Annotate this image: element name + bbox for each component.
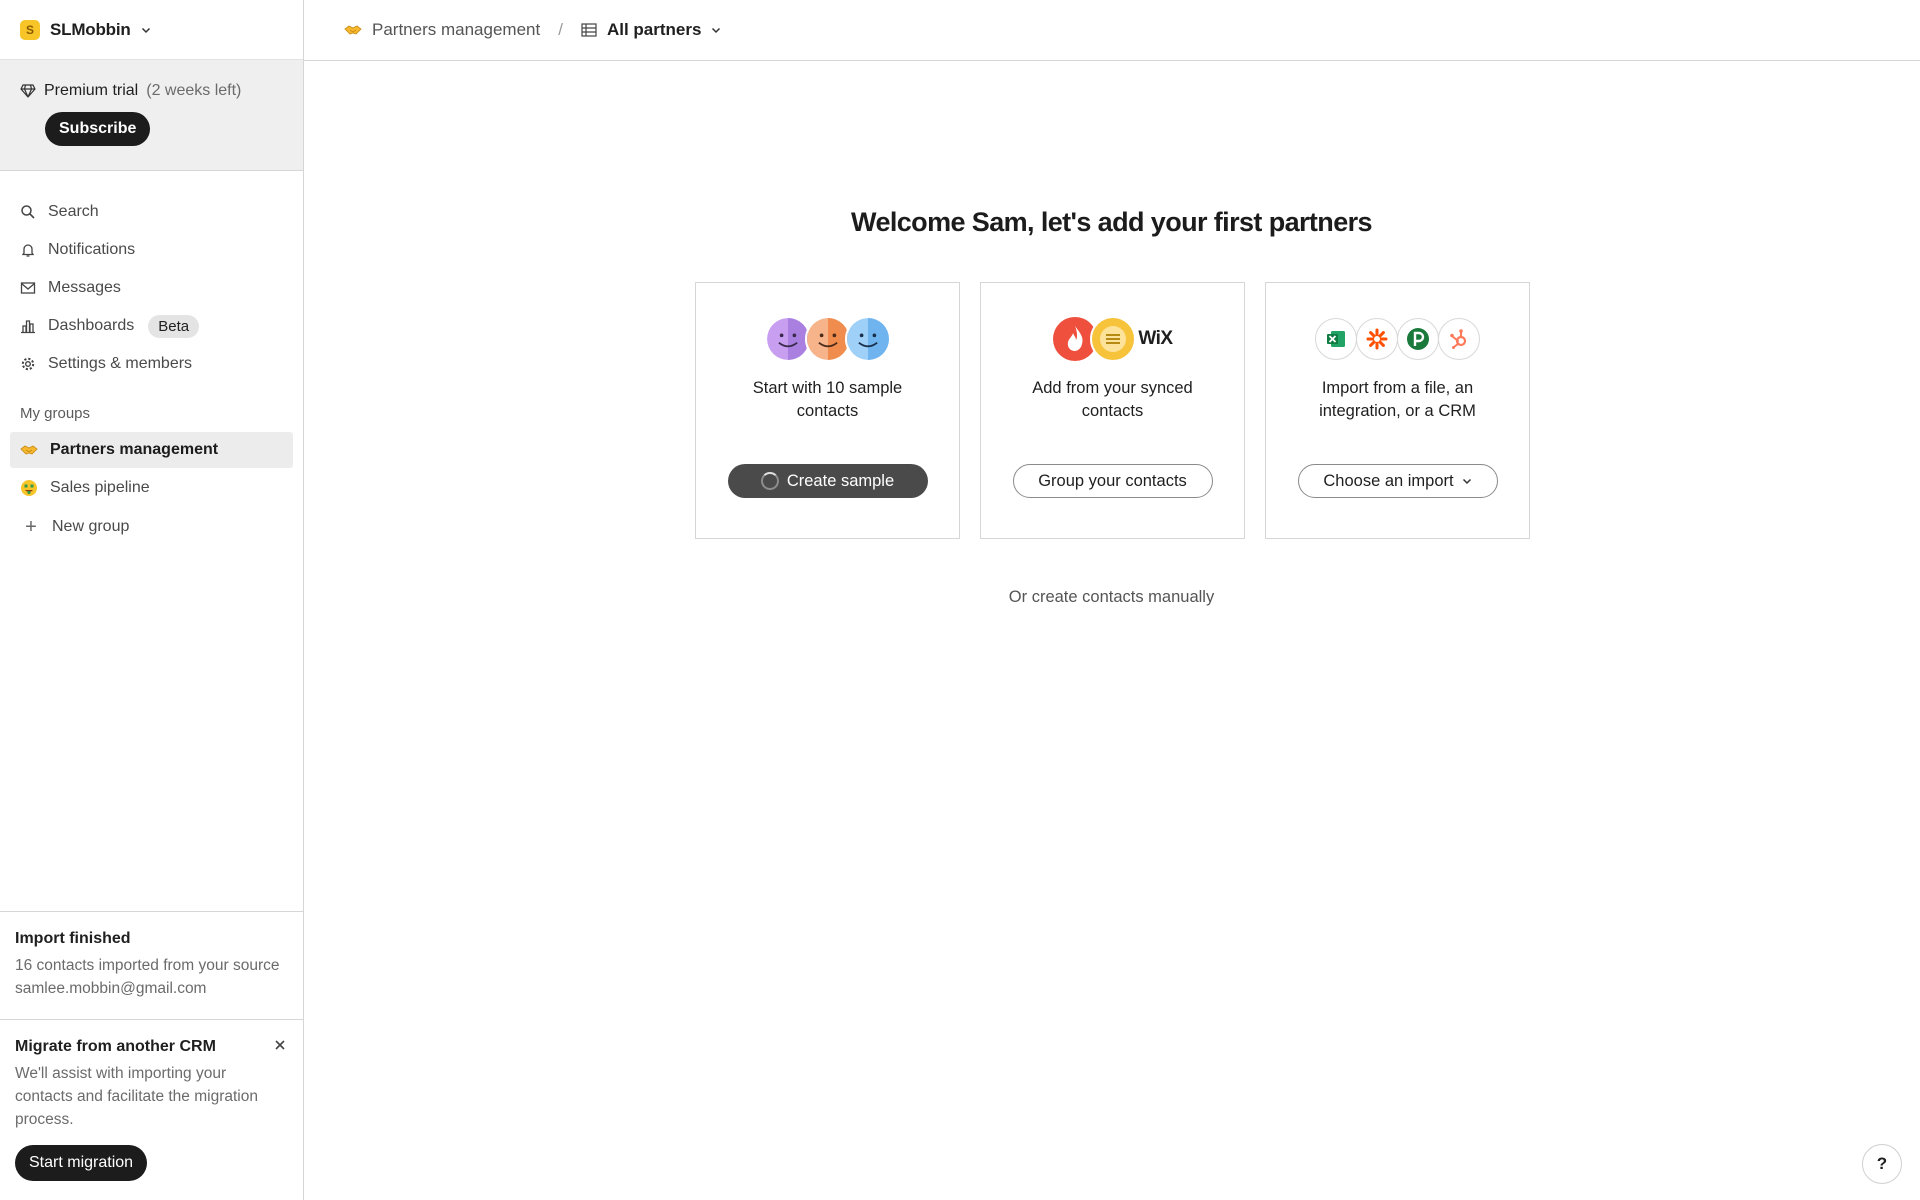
breadcrumb-group[interactable]: Partners management bbox=[344, 20, 540, 40]
group-item-label: Sales pipeline bbox=[50, 479, 150, 496]
migrate-text: We'll assist with importing your contact… bbox=[15, 1065, 258, 1128]
choose-import-button[interactable]: Choose an import bbox=[1297, 464, 1498, 498]
main-nav: Search Notifications Messages Dashboards… bbox=[0, 171, 303, 383]
topbar: Partners management / All partners bbox=[304, 0, 1920, 61]
nav-messages[interactable]: Messages bbox=[10, 269, 293, 307]
import-finished-text: 16 contacts imported from your source sa… bbox=[15, 957, 280, 997]
chevron-down-icon bbox=[1462, 478, 1471, 485]
import-card-text: Import from a file, an integration, or a… bbox=[1319, 379, 1476, 420]
trial-remaining: (2 weeks left) bbox=[146, 82, 242, 99]
trial-label: Premium trial bbox=[44, 82, 139, 99]
synced-card-text: Add from your synced contacts bbox=[1032, 379, 1193, 420]
import-source-logos bbox=[1315, 315, 1480, 363]
sample-card-text: Start with 10 sample contacts bbox=[752, 379, 903, 420]
sample-avatars bbox=[764, 315, 891, 363]
hubspot-icon bbox=[1438, 318, 1480, 360]
create-manually-link[interactable]: Or create contacts manually bbox=[304, 588, 1919, 607]
chevron-down-icon bbox=[141, 27, 150, 33]
view-label: All partners bbox=[606, 20, 702, 39]
breadcrumb-separator: / bbox=[558, 20, 563, 39]
table-icon bbox=[581, 23, 597, 37]
app-root: S SLMobbin Premium trial (2 weeks left) … bbox=[0, 0, 1920, 1200]
nav-settings[interactable]: Settings & members bbox=[10, 345, 293, 383]
sample-contacts-card: Start with 10 sample contacts Create sam… bbox=[695, 282, 960, 539]
spinner-icon bbox=[760, 472, 779, 490]
nav-dashboards-label: Dashboards bbox=[48, 317, 135, 334]
migrate-crm-panel: Migrate from another CRM We'll assist wi… bbox=[0, 1019, 303, 1200]
smiley-avatar-icon bbox=[844, 316, 891, 362]
smiley-avatar-icon bbox=[764, 316, 811, 362]
synced-contacts-card: WiX Add from your synced contacts Group … bbox=[980, 282, 1245, 539]
nav-notifications[interactable]: Notifications bbox=[10, 231, 293, 269]
group-item-sales-pipeline[interactable]: Sales pipeline bbox=[10, 470, 293, 506]
diamond-icon bbox=[20, 84, 36, 98]
bar-chart-icon bbox=[21, 320, 35, 334]
wix-logo: WiX bbox=[1138, 328, 1173, 349]
chevron-down-icon bbox=[712, 27, 721, 34]
my-groups-heading: My groups bbox=[20, 405, 91, 422]
premium-trial-panel: Premium trial (2 weeks left) Subscribe bbox=[0, 60, 303, 171]
bell-icon bbox=[21, 244, 35, 257]
pipedrive-icon bbox=[1397, 318, 1439, 360]
beta-badge: Beta bbox=[148, 314, 200, 338]
group-your-contacts-button[interactable]: Group your contacts bbox=[1012, 464, 1213, 498]
import-card: Import from a file, an integration, or a… bbox=[1265, 282, 1530, 539]
choose-import-label: Choose an import bbox=[1323, 471, 1454, 490]
create-sample-button[interactable]: Create sample bbox=[727, 464, 928, 498]
migrate-title: Migrate from another CRM bbox=[15, 1038, 216, 1055]
close-icon[interactable] bbox=[273, 1038, 287, 1052]
workspace-logo: S bbox=[20, 19, 40, 40]
mail-icon bbox=[20, 282, 36, 294]
gear-icon bbox=[21, 357, 35, 371]
create-sample-label: Create sample bbox=[786, 471, 895, 490]
search-icon bbox=[21, 205, 35, 219]
workspace-switcher[interactable]: S SLMobbin bbox=[0, 0, 303, 60]
group-item-partners-management[interactable]: Partners management bbox=[10, 432, 293, 468]
onboarding-cards: Start with 10 sample contacts Create sam… bbox=[695, 282, 1530, 539]
handshake-icon bbox=[20, 445, 38, 455]
sidebar: S SLMobbin Premium trial (2 weeks left) … bbox=[0, 0, 304, 1200]
breadcrumb-label: Partners management bbox=[372, 20, 541, 39]
plus-icon: + bbox=[25, 516, 37, 538]
new-group-button[interactable]: + New group bbox=[10, 508, 293, 546]
excel-icon bbox=[1315, 318, 1357, 360]
import-finished-notice: Import finished 16 contacts imported fro… bbox=[0, 911, 303, 1019]
nav-notifications-label: Notifications bbox=[48, 241, 136, 258]
view-selector[interactable]: All partners bbox=[581, 20, 721, 40]
group-item-label: Partners management bbox=[50, 441, 219, 458]
import-finished-title: Import finished bbox=[15, 930, 131, 947]
nav-search[interactable]: Search bbox=[10, 193, 293, 231]
sync-provider-logos: WiX bbox=[1052, 315, 1173, 363]
money-face-icon bbox=[21, 480, 37, 496]
subscribe-button[interactable]: Subscribe bbox=[45, 112, 151, 146]
help-button[interactable]: ? bbox=[1862, 1144, 1902, 1184]
smiley-avatar-icon bbox=[804, 316, 851, 362]
workspace-name: SLMobbin bbox=[50, 19, 131, 39]
nav-settings-label: Settings & members bbox=[48, 355, 193, 372]
start-migration-button[interactable]: Start migration bbox=[15, 1145, 148, 1181]
trial-status: Premium trial (2 weeks left) bbox=[20, 82, 283, 100]
onboarding-content: Welcome Sam, let's add your first partne… bbox=[304, 61, 1920, 1200]
new-group-label: New group bbox=[52, 518, 130, 535]
nav-search-label: Search bbox=[48, 203, 99, 220]
welcome-heading: Welcome Sam, let's add your first partne… bbox=[851, 207, 1373, 237]
nav-dashboards[interactable]: Dashboards Beta bbox=[10, 307, 293, 345]
main-area: Partners management / All partners Welco… bbox=[304, 0, 1920, 1200]
list-brand-icon bbox=[1090, 316, 1137, 362]
handshake-icon bbox=[344, 25, 362, 35]
zapier-icon bbox=[1356, 318, 1398, 360]
nav-messages-label: Messages bbox=[48, 279, 121, 296]
groups-list: Partners management Sales pipeline + New… bbox=[0, 432, 303, 548]
